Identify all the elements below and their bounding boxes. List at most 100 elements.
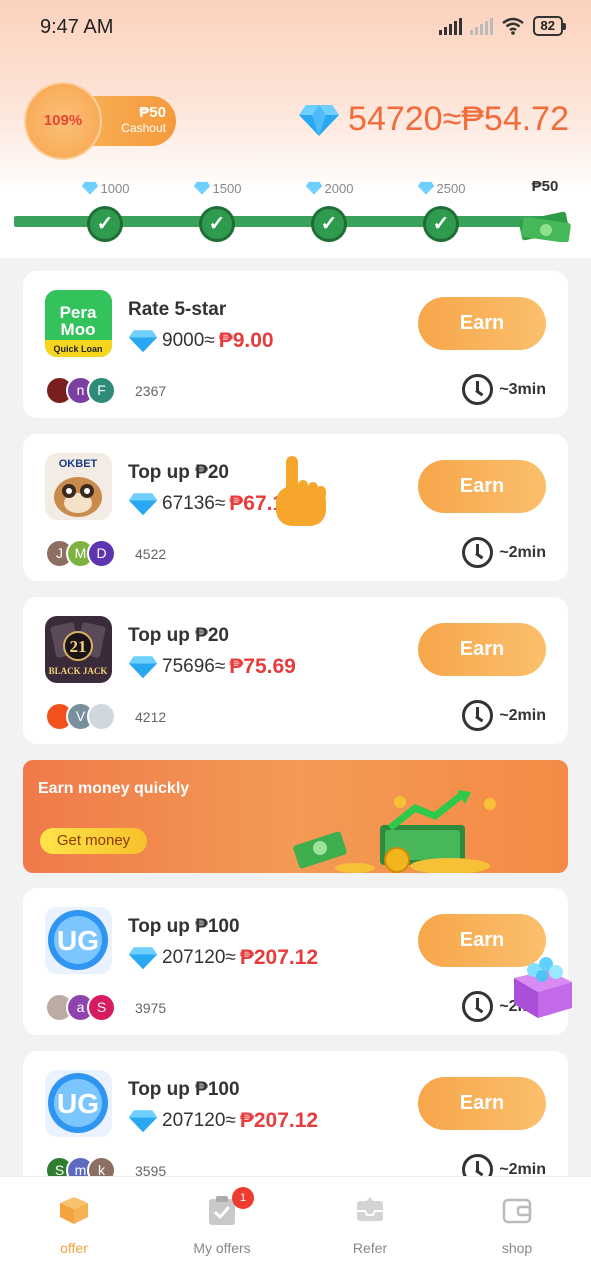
task-title: Top up ₱20 [128,462,229,483]
task-reward: 207120≈ ₱207.12 [128,946,318,970]
signal-icon-2 [469,17,493,35]
bottom-nav: offer 1 My offers Refer shop [0,1176,591,1280]
nav-shop[interactable]: shop [457,1195,577,1256]
earn-button[interactable]: Earn [418,623,546,676]
blackjack-text: BLACK JACK [49,666,108,676]
diamond-icon [128,1110,158,1133]
diamond-amount: 67136≈ [162,493,226,514]
task-card[interactable]: UG Top up ₱100 207120≈ ₱207.12 Earn a S 3… [23,888,568,1035]
diamond-amount: 9000≈ [162,330,215,351]
milestone-label: 2500 [436,180,466,196]
task-card[interactable]: UG Top up ₱100 207120≈ ₱207.12 Earn S m k… [23,1051,568,1176]
diamond-icon [128,493,158,516]
pointing-hand-icon [276,456,326,526]
avatar: F [87,376,116,405]
task-duration: ~2min [462,1154,546,1176]
clock-icon [462,374,494,405]
balance: 54720≈₱54.72 [298,100,569,139]
okbet-icon: OKBET [45,453,112,520]
diamond-icon [193,181,210,195]
avatar: k [87,1156,116,1176]
earn-button[interactable]: Earn [418,1077,546,1130]
user-avatars: J M D [45,539,116,568]
earn-button[interactable]: Earn [418,297,546,350]
task-title: Rate 5-star [128,299,227,320]
user-avatars: n F [45,376,116,405]
diamond-icon [128,656,158,679]
php-amount: ₱75.69 [229,655,296,678]
signal-icon [438,17,462,35]
task-card[interactable]: 21 BLACK JACK Top up ₱20 75696≈ ₱75.69 Ea… [23,597,568,744]
nav-label: shop [501,1240,533,1256]
battery-icon: 82 [532,16,567,36]
nav-label: offer [60,1240,88,1256]
milestone-1000: 1000 ✓ [75,178,135,242]
ug-text: UG [57,925,99,956]
clock-icon [462,537,494,568]
clock-icon [462,700,494,731]
milestone-1500: 1500 ✓ [187,178,247,242]
blackjack-icon: 21 BLACK JACK [45,616,112,683]
nav-label: Refer [352,1240,388,1256]
task-duration: ~3min [462,374,546,405]
check-icon: ✓ [87,206,123,242]
task-reward: 75696≈ ₱75.69 [128,655,296,679]
wallet-icon [502,1198,532,1224]
peramoo-icon: Pera Moo Quick Loan [45,290,112,357]
earn-button[interactable]: Earn [418,460,546,513]
diamond-amount: 207120≈ [162,1110,236,1131]
milestone-goal: ₱50 [513,178,577,247]
status-time: 9:47 AM [40,16,114,38]
task-reward: 207120≈ ₱207.12 [128,1109,318,1133]
avatar [87,702,116,731]
goal-label: ₱50 [531,178,559,195]
progress-percent: 109% [24,82,102,160]
duration-text: ~2min [499,543,546,561]
user-count: 4212 [135,709,167,725]
user-avatars: S m k [45,1156,116,1176]
diamond-icon [128,947,158,970]
banner-title: Earn money quickly [38,780,190,797]
clock-icon [462,991,494,1022]
blackjack-number: 21 [70,637,87,656]
diamond-icon [305,181,322,195]
clock-icon [462,1154,494,1176]
get-money-button[interactable]: Get money [40,828,147,854]
money-growth-icon [293,790,496,873]
notification-badge: 1 [232,1187,254,1209]
peramoo-line2: Moo [61,320,96,339]
status-icons: 82 [438,16,567,36]
inbox-icon [357,1197,383,1221]
diamond-icon [417,181,434,195]
user-avatars: a S [45,993,116,1022]
avatar: D [87,539,116,568]
promo-banner[interactable]: Earn money quickly Get money [23,760,568,873]
milestone-progress: 1000 ✓ 1500 ✓ 2000 ✓ 2500 ✓ ₱50 [14,178,577,248]
task-list[interactable]: Pera Moo Quick Loan Rate 5-star 9000≈ ₱9.… [0,258,591,1176]
nav-my-offers[interactable]: 1 My offers [162,1187,282,1256]
peramoo-tag: Quick Loan [53,344,102,354]
task-card[interactable]: Pera Moo Quick Loan Rate 5-star 9000≈ ₱9.… [23,271,568,418]
task-title: Top up ₱100 [128,916,240,937]
diamond-icon [128,330,158,353]
cashout-widget[interactable]: ₱50 Cashout 109% [24,82,176,160]
box-icon [60,1197,88,1224]
diamond-icon [299,104,340,136]
duration-text: ~3min [499,380,546,398]
nav-label: My offers [193,1240,251,1256]
task-title: Top up ₱20 [128,625,229,646]
okbet-text: OKBET [59,458,98,470]
ug-icon: UG [45,907,112,974]
status-bar: 9:47 AM 82 [0,0,591,56]
task-duration: ~2min [462,537,546,568]
task-title: Top up ₱100 [128,1079,240,1100]
gift-box-icon[interactable] [506,948,578,1020]
nav-offer[interactable]: offer [14,1195,134,1256]
diamond-amount: 75696≈ [162,656,226,677]
nav-refer[interactable]: Refer [310,1195,430,1256]
task-reward: 9000≈ ₱9.00 [128,329,274,353]
milestone-label: 1000 [100,180,130,196]
check-icon: ✓ [423,206,459,242]
header: 9:47 AM 82 ₱50 Cashout 109% 54720≈₱54.72… [0,0,591,258]
milestone-2500: 2500 ✓ [411,178,471,242]
